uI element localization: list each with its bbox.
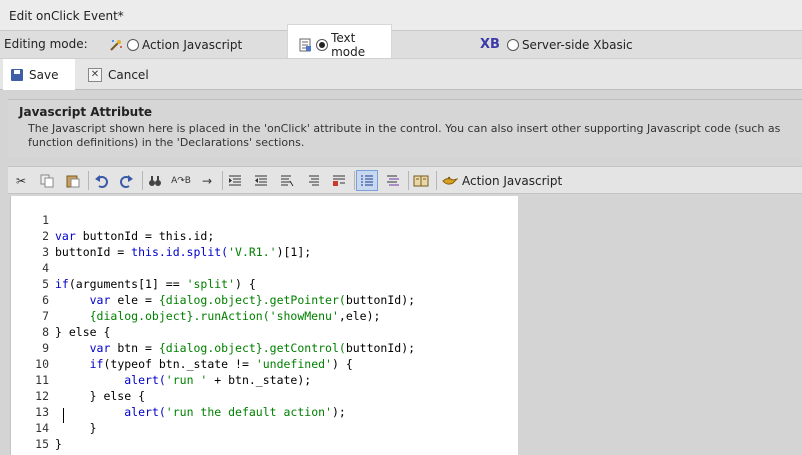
replace-icon[interactable]: A↷B <box>170 170 192 191</box>
line-numbers-icon[interactable] <box>356 170 378 191</box>
close-icon: ✕ <box>88 67 102 82</box>
mode-option-label: Text mode <box>331 31 366 59</box>
cancel-button[interactable]: ✕ Cancel <box>80 59 157 90</box>
mode-option-text-mode[interactable]: Text mode <box>287 24 392 59</box>
code-line: 4 if(arguments[1] == 'split') { <box>11 244 518 291</box>
javascript-attribute-panel: Javascript Attribute The Javascript show… <box>8 99 802 159</box>
code-line: 11 } else { <box>11 356 518 403</box>
editing-mode-label: Editing mode: <box>4 37 88 51</box>
panel-title: Javascript Attribute <box>19 105 153 119</box>
code-line: 13 } <box>11 388 518 435</box>
mode-option-label: Server-side Xbasic <box>521 37 633 52</box>
radio-text-mode[interactable] <box>316 39 329 51</box>
outdent-icon[interactable] <box>250 170 272 191</box>
mode-option-action-javascript[interactable]: Action Javascript <box>108 31 242 58</box>
undo-icon[interactable] <box>90 170 112 191</box>
save-button[interactable]: Save <box>3 59 75 90</box>
code-line: 16 <box>11 436 518 455</box>
magic-wand-icon <box>108 37 124 53</box>
code-line: 15 <box>11 420 518 451</box>
mode-option-server-side-xbasic[interactable]: XB Server-side Xbasic <box>480 31 633 58</box>
code-line: 7 } else { <box>11 292 518 339</box>
indent-icon[interactable] <box>224 170 246 191</box>
window-titlebar: Edit onClick Event* <box>0 0 802 31</box>
save-button-label: Save <box>29 67 59 82</box>
action-bar: Save ✕ Cancel <box>0 58 802 90</box>
editor-toolbar: ✂ A↷B → Action Javascript <box>8 166 802 194</box>
bookmark-icon[interactable] <box>328 170 350 191</box>
find-icon[interactable] <box>144 170 166 191</box>
code-line: 9 if(typeof btn._state != 'undefined') { <box>11 324 518 371</box>
goto-line-icon[interactable]: → <box>196 170 218 191</box>
window-title: Edit onClick Event* <box>9 9 124 23</box>
radio-action-javascript[interactable] <box>127 38 139 51</box>
code-line: 5 var ele = {dialog.object}.getPointer(b… <box>11 260 518 307</box>
code-line: 6 {dialog.object}.runAction('showMenu',e… <box>11 276 518 323</box>
text-document-icon <box>298 37 313 53</box>
word-wrap-icon[interactable] <box>382 170 404 191</box>
floppy-disk-icon <box>11 68 23 81</box>
paste-icon[interactable] <box>62 170 84 191</box>
code-editor[interactable]: 1 var buttonId = this.id; 2 buttonId = t… <box>10 196 518 455</box>
action-javascript-button[interactable]: Action Javascript <box>442 170 562 191</box>
xbasic-icon: XB <box>480 37 500 52</box>
code-line: 14 } <box>11 404 518 451</box>
code-line: 12 alert('run the default action'); <box>11 372 518 419</box>
code-line: 3 <box>11 228 518 259</box>
panel-description: The Javascript shown here is placed in t… <box>28 122 781 149</box>
uncomment-icon[interactable] <box>302 170 324 191</box>
redo-icon[interactable] <box>116 170 138 191</box>
code-line: 8 var btn = {dialog.object}.getControl(b… <box>11 308 518 355</box>
mode-option-label: Action Javascript <box>142 37 243 52</box>
text-caret <box>63 408 64 423</box>
code-line: 1 var buttonId = this.id; <box>11 196 518 243</box>
radio-server-side-xbasic[interactable] <box>506 38 519 51</box>
genie-lamp-icon <box>442 173 458 189</box>
code-line: 10 alert('run ' + btn._state); <box>11 340 518 387</box>
code-line: 2 buttonId = this.id.split('V.R1.')[1]; <box>11 212 518 259</box>
cut-icon[interactable]: ✂ <box>10 170 32 191</box>
editing-mode-bar: Editing mode: Action Javascript Text mod… <box>0 24 802 59</box>
code-library-icon[interactable] <box>410 170 432 191</box>
cancel-button-label: Cancel <box>108 67 149 82</box>
comment-icon[interactable] <box>276 170 298 191</box>
copy-icon[interactable] <box>36 170 58 191</box>
action-javascript-label: Action Javascript <box>462 173 563 188</box>
